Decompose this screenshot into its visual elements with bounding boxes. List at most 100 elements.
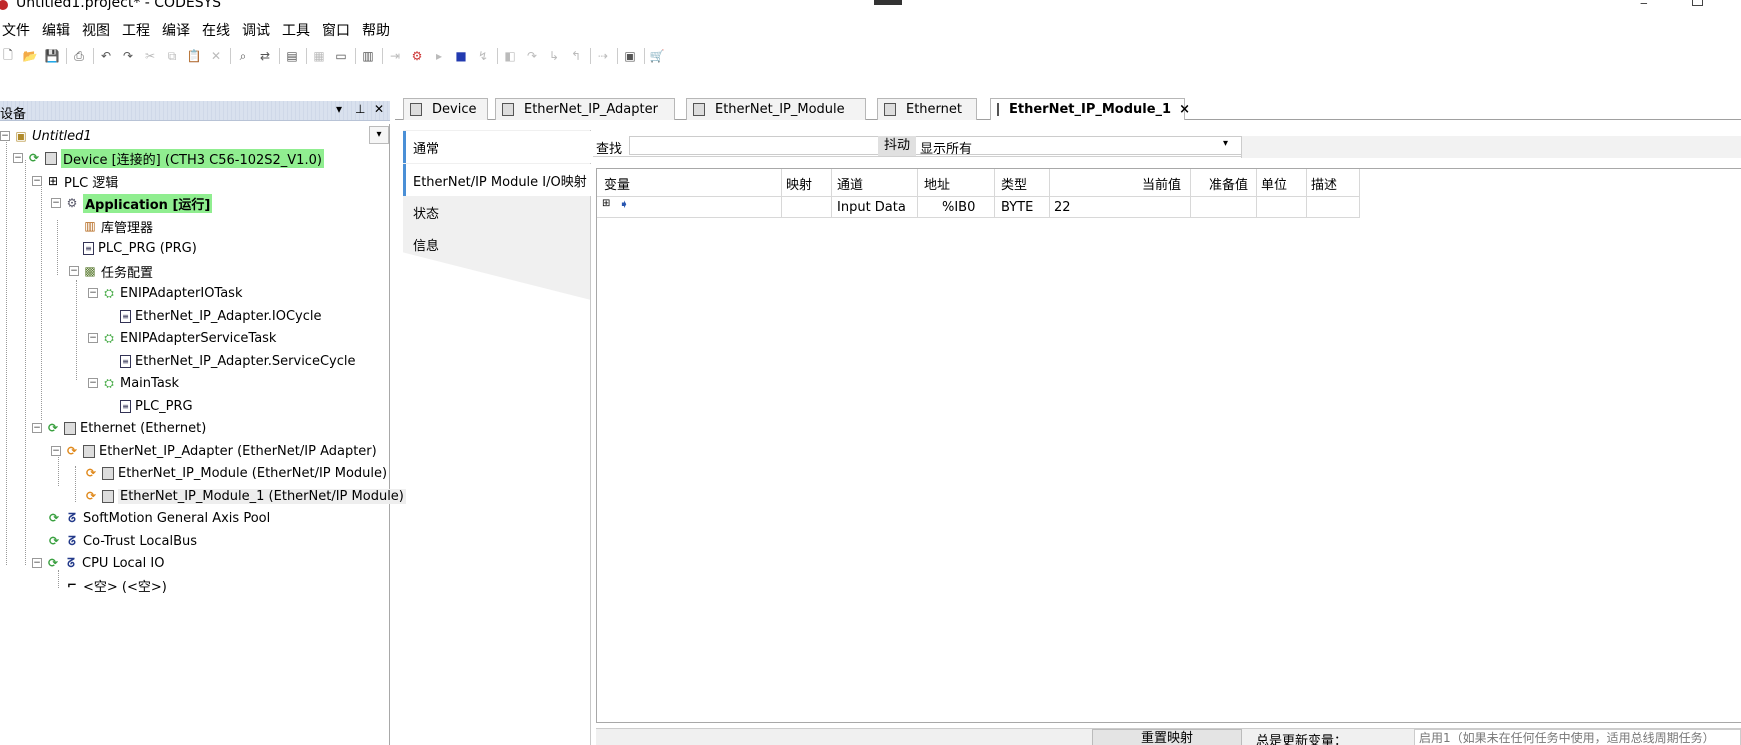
menu-tools[interactable]: 工具 (280, 20, 318, 42)
tree-item-main-plc-prg[interactable]: ≡ PLC_PRG (120, 396, 193, 416)
redo-icon[interactable]: ↷ (120, 48, 136, 64)
tree-item-io-cycle[interactable]: ≡ EtherNet_IP_Adapter.IOCycle (120, 306, 322, 326)
breakpoint-icon[interactable]: ◧ (502, 48, 518, 64)
collapse-icon[interactable]: − (32, 423, 42, 433)
collapse-icon[interactable]: − (88, 288, 98, 298)
tree-item-project[interactable]: − ▣ Untitled1 (0, 126, 92, 146)
menu-online[interactable]: 在线 (200, 20, 238, 42)
force-icon[interactable]: ▣ (622, 48, 638, 64)
tree-item-library-manager[interactable]: ▥ 库管理器 (83, 216, 153, 236)
filter-select[interactable]: 显示所有 (920, 138, 972, 157)
tree-item-localbus[interactable]: ⟳ ᘔ Co-Trust LocalBus (47, 531, 197, 551)
menu-edit[interactable]: 编辑 (40, 20, 78, 42)
tab-ethernet[interactable]: Ethernet (877, 98, 977, 120)
collapse-icon[interactable]: − (88, 333, 98, 343)
step-into-icon[interactable]: ↳ (546, 48, 562, 64)
menu-window[interactable]: 窗口 (320, 20, 358, 42)
always-update-select[interactable]: 启用1（如果未在任何任务中使用，适用总线周期任务） (1414, 729, 1741, 745)
step-out-icon[interactable]: ↰ (568, 48, 584, 64)
find-icon[interactable]: ⌕ (235, 48, 251, 64)
tab-enip-module-1[interactable]: EtherNet_IP_Module_1 × (990, 98, 1190, 120)
save-icon[interactable]: 💾 (44, 48, 60, 64)
tree-item-application[interactable]: − ⚙ Application [运行] (51, 193, 213, 213)
column-header-mapping[interactable]: 映射 (786, 174, 812, 193)
undo-icon[interactable]: ↶ (98, 48, 114, 64)
menu-debug[interactable]: 调试 (240, 20, 278, 42)
tree-item-empty-slot[interactable]: ⌐ <空> (<空>) (65, 575, 167, 595)
tree-item-plc-prg[interactable]: ≡ PLC_PRG (PRG) (83, 238, 197, 258)
add-object-icon[interactable]: ▦ (311, 48, 327, 64)
run-to-cursor-icon[interactable]: ⇢ (595, 48, 611, 64)
menu-file[interactable]: 文件 (0, 20, 38, 42)
column-header-channel[interactable]: 通道 (837, 174, 863, 193)
tree-item-enip-module[interactable]: ⟳ EtherNet_IP_Module (EtherNet/IP Module… (84, 463, 387, 483)
reset-icon[interactable]: ↯ (475, 48, 491, 64)
collapse-icon[interactable]: − (88, 378, 98, 388)
collapse-icon[interactable]: − (69, 266, 79, 276)
nav-general[interactable]: 通常 (403, 131, 591, 163)
menu-view[interactable]: 视图 (80, 20, 118, 42)
tree-item-ethernet[interactable]: − ⟳ Ethernet (Ethernet) (32, 418, 206, 438)
menu-project[interactable]: 工程 (120, 20, 158, 42)
cut-icon[interactable]: ✂ (142, 48, 158, 64)
menu-help[interactable]: 帮助 (360, 20, 398, 42)
column-header-address[interactable]: 地址 (924, 174, 950, 193)
login-icon[interactable]: ⇥ (387, 48, 403, 64)
column-header-prepared-value[interactable]: 准备值 (1209, 174, 1248, 193)
tab-device[interactable]: Device (403, 98, 488, 120)
replace-icon[interactable]: ⇄ (257, 48, 273, 64)
tab-enip-adapter[interactable]: EtherNet_IP_Adapter (495, 98, 675, 120)
collapse-icon[interactable]: − (51, 198, 61, 208)
nav-information[interactable]: 信息 (403, 228, 591, 260)
tree-item-enip-adapter[interactable]: − ⟳ EtherNet_IP_Adapter (EtherNet/IP Ada… (51, 441, 377, 461)
bookmark-icon[interactable]: ▤ (284, 48, 300, 64)
tree-item-service-cycle[interactable]: ≡ EtherNet_IP_Adapter.ServiceCycle (120, 351, 355, 371)
column-header-variable[interactable]: 变量 (604, 174, 630, 193)
minimize-button[interactable]: ‒ (1640, 0, 1648, 10)
close-tab-icon[interactable]: × (1179, 102, 1190, 117)
paste-icon[interactable]: 📋 (186, 48, 202, 64)
chevron-down-icon[interactable]: ▾ (1223, 138, 1228, 149)
tree-item-enip-module-1[interactable]: ⟳ EtherNet_IP_Module_1 (EtherNet/IP Modu… (84, 486, 406, 506)
nav-status[interactable]: 状态 (403, 196, 591, 228)
menu-build[interactable]: 编译 (160, 20, 198, 42)
collapse-icon[interactable]: − (0, 131, 10, 141)
tree-item-task-config[interactable]: − ▩ 任务配置 (69, 261, 153, 281)
tree-item-enip-service-task[interactable]: − ⛭ ENIPAdapterServiceTask (88, 328, 276, 348)
column-header-unit[interactable]: 单位 (1261, 174, 1287, 193)
print-icon[interactable]: ⎙ (71, 48, 87, 64)
collapse-icon[interactable]: − (51, 446, 61, 456)
panel-close-icon[interactable]: ✕ (374, 102, 384, 116)
collapse-icon[interactable]: − (32, 176, 42, 186)
tree-item-plc-logic[interactable]: − ⊞ PLC 逻辑 (32, 171, 118, 191)
cart-icon[interactable]: 🛒 (649, 48, 665, 64)
reset-mapping-button[interactable]: 重置映射 (1092, 729, 1242, 745)
nav-io-mapping[interactable]: EtherNet/IP Module I/O映射 (403, 164, 591, 196)
column-header-type[interactable]: 类型 (1001, 174, 1027, 193)
expand-icon[interactable]: ⊞ (602, 198, 610, 209)
build-icon[interactable]: ▥ (360, 48, 376, 64)
copy-icon[interactable]: ⧉ (164, 48, 180, 64)
open-icon[interactable]: 📂 (22, 48, 38, 64)
stop-icon[interactable]: ■ (453, 48, 469, 64)
tree-dropdown-arrow[interactable]: ▾ (369, 126, 389, 144)
panel-dropdown-icon[interactable]: ▾ (336, 102, 342, 116)
collapse-icon[interactable]: − (32, 558, 42, 568)
restore-button[interactable] (1692, 0, 1703, 6)
column-header-description[interactable]: 描述 (1311, 174, 1337, 193)
tree-item-enip-io-task[interactable]: − ⛭ ENIPAdapterIOTask (88, 283, 242, 303)
tab-enip-module[interactable]: EtherNet_IP_Module (686, 98, 866, 120)
new-icon[interactable]: 🗋 (0, 48, 16, 64)
collapse-icon[interactable]: − (13, 153, 23, 163)
delete-icon[interactable]: ✕ (208, 48, 224, 64)
tree-item-device[interactable]: − ⟳ Device [连接的] (CTH3 C56-102S2_V1.0) (13, 148, 324, 168)
step-over-icon[interactable]: ↷ (524, 48, 540, 64)
drag-handle[interactable] (874, 0, 902, 5)
insert-icon[interactable]: ▭ (333, 48, 349, 64)
logout-icon[interactable]: ⚙ (409, 48, 425, 64)
tree-item-cpu-local-io[interactable]: − ⟳ ᘔ CPU Local IO (32, 553, 164, 573)
run-icon[interactable]: ▸ (431, 48, 447, 64)
column-header-current-value[interactable]: 当前值 (1142, 174, 1181, 193)
tree-item-main-task[interactable]: − ⛭ MainTask (88, 373, 179, 393)
tree-item-softmotion-pool[interactable]: ⟳ ᘔ SoftMotion General Axis Pool (47, 508, 270, 528)
